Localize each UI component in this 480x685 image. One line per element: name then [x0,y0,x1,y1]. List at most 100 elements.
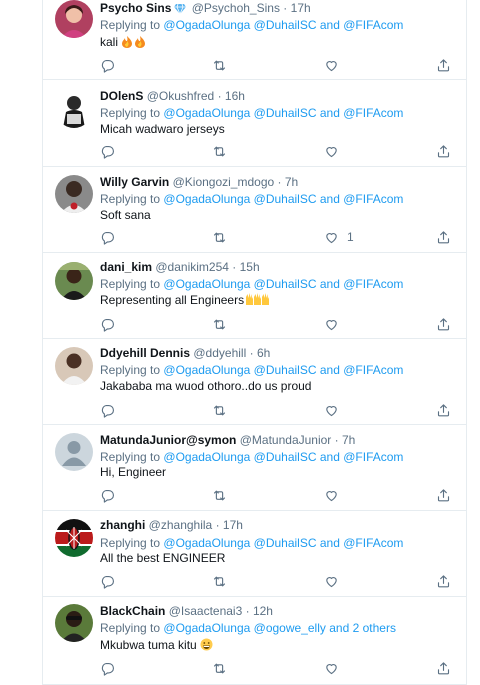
tweet[interactable]: BlackChain @Isaactenai3 · 12h Replying t… [43,597,466,685]
timestamp[interactable]: 17h [291,1,311,15]
mention-link[interactable]: @FIFAcom [343,277,403,291]
display-name[interactable]: dani_kim [100,260,152,274]
user-handle[interactable]: @Isaactenai3 [169,604,243,618]
avatar[interactable] [55,604,93,642]
tweet[interactable]: Ddyehill Dennis @ddyehill · 6h Replying … [43,339,466,425]
mention-link[interactable]: @DuhailSC [254,18,317,32]
share-button[interactable] [436,229,451,245]
retweet-button[interactable] [212,573,227,589]
like-button[interactable] [324,573,347,589]
mention-link[interactable]: @FIFAcom [343,363,403,377]
share-button[interactable] [436,57,451,73]
mention-link[interactable]: @OgadaOlunga [163,363,250,377]
retweet-button[interactable] [212,402,227,418]
timestamp[interactable]: 12h [253,604,273,618]
display-name[interactable]: Willy Garvin [100,175,169,189]
display-name[interactable]: Psycho Sins [100,1,171,15]
share-button[interactable] [436,487,451,503]
like-button[interactable] [324,57,347,73]
tweet-actions: 1 [100,229,460,245]
reply-button[interactable] [100,487,115,503]
retweet-button[interactable] [212,316,227,332]
display-name[interactable]: zhanghi [100,518,145,532]
reply-icon [101,145,114,159]
user-handle[interactable]: @Kiongozi_mdogo [173,175,275,189]
avatar[interactable] [55,519,93,557]
mention-link[interactable]: @OgadaOlunga [163,450,250,464]
tweet[interactable]: Psycho Sins @Psychoh_Sins · 17h Replying… [43,0,466,80]
user-handle[interactable]: @Psychoh_Sins [192,1,280,15]
retweet-button[interactable] [212,660,227,676]
user-handle[interactable]: @MatundaJunior [240,433,332,447]
timestamp[interactable]: 17h [223,518,243,532]
mention-link[interactable]: 2 others [353,621,396,635]
like-button[interactable] [324,316,347,332]
share-button[interactable] [436,402,451,418]
mention-link[interactable]: @FIFAcom [343,192,403,206]
reply-button[interactable] [100,402,115,418]
mention-link[interactable]: @DuhailSC [254,536,317,550]
reply-button[interactable] [100,660,115,676]
avatar[interactable] [55,175,93,213]
timestamp[interactable]: 6h [257,346,270,360]
retweet-button[interactable] [212,229,227,245]
mention-link[interactable]: @ogowe_elly [254,621,326,635]
reply-button[interactable] [100,316,115,332]
mention-link[interactable]: @OgadaOlunga [163,192,250,206]
user-handle[interactable]: @ddyehill [193,346,246,360]
user-handle[interactable]: @Okushfred [147,89,215,103]
mention-link[interactable]: @FIFAcom [343,18,403,32]
mention-link[interactable]: @DuhailSC [254,192,317,206]
mention-link[interactable]: @FIFAcom [343,450,403,464]
like-button[interactable] [324,402,347,418]
share-button[interactable] [436,660,451,676]
user-handle[interactable]: @zhanghila [149,518,213,532]
user-handle[interactable]: @danikim254 [155,260,229,274]
mention-link[interactable]: @DuhailSC [254,450,317,464]
timestamp[interactable]: 16h [225,89,245,103]
mention-link[interactable]: @DuhailSC [254,106,317,120]
retweet-button[interactable] [212,57,227,73]
like-button[interactable] [324,487,347,503]
mention-link[interactable]: @FIFAcom [343,536,403,550]
display-name[interactable]: DOlenS [100,89,143,103]
mention-link[interactable]: @OgadaOlunga [163,106,250,120]
tweet[interactable]: MatundaJunior@symon @MatundaJunior · 7h … [43,425,466,511]
like-button[interactable] [324,143,347,159]
tweet[interactable]: Willy Garvin @Kiongozi_mdogo · 7h Replyi… [43,167,466,253]
share-button[interactable] [436,316,451,332]
mention-link[interactable]: @DuhailSC [254,277,317,291]
reply-button[interactable] [100,143,115,159]
reply-button[interactable] [100,229,115,245]
mention-link[interactable]: @OgadaOlunga [163,536,250,550]
mention-connector: and [319,277,340,291]
share-button[interactable] [436,143,451,159]
timestamp[interactable]: 15h [240,260,260,274]
mention-link[interactable]: @FIFAcom [343,106,403,120]
reply-button[interactable] [100,573,115,589]
timestamp[interactable]: 7h [285,175,298,189]
avatar[interactable] [55,262,93,300]
retweet-button[interactable] [212,487,227,503]
display-name[interactable]: MatundaJunior@symon [100,433,236,447]
avatar[interactable] [55,347,93,385]
tweet[interactable]: zhanghi @zhanghila · 17h Replying to @Og… [43,511,466,597]
mention-connector: and [319,363,340,377]
tweet[interactable]: dani_kim @danikim254 · 15h Replying to @… [43,253,466,339]
retweet-button[interactable] [212,143,227,159]
mention-link[interactable]: @OgadaOlunga [163,621,250,635]
mention-link[interactable]: @OgadaOlunga [163,18,250,32]
avatar[interactable] [55,90,93,128]
timestamp[interactable]: 7h [342,433,355,447]
tweet[interactable]: DOlenS @Okushfred · 16h Replying to @Oga… [43,80,466,167]
display-name[interactable]: Ddyehill Dennis [100,346,190,360]
share-button[interactable] [436,573,451,589]
avatar[interactable] [55,433,93,471]
like-button[interactable] [324,660,347,676]
mention-link[interactable]: @DuhailSC [254,363,317,377]
mention-link[interactable]: @OgadaOlunga [163,277,250,291]
reply-button[interactable] [100,57,115,73]
display-name[interactable]: BlackChain [100,604,165,618]
like-button[interactable]: 1 [324,229,354,245]
avatar[interactable] [55,0,93,38]
